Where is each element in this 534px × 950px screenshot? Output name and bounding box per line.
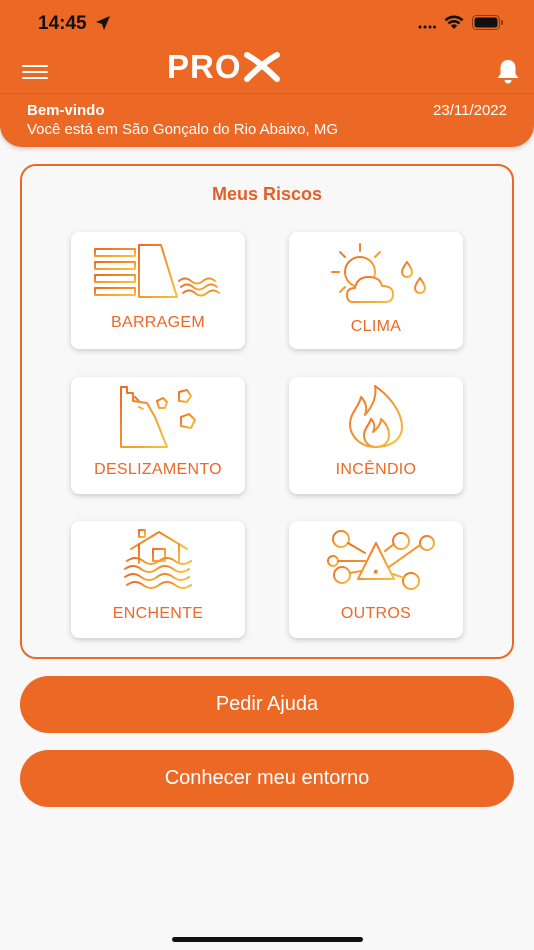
status-icons [418,15,504,30]
surroundings-button[interactable]: Conhecer meu entorno [20,750,514,807]
risk-card-others[interactable]: OUTROS [289,521,463,638]
risks-title: Meus Riscos [211,184,323,204]
current-date: 23/11/2022 [433,102,507,119]
bell-icon[interactable] [495,58,521,84]
risk-label: ENCHENTE [112,605,204,622]
weather-icon [331,243,426,303]
home-indicator [172,937,363,942]
risk-card-weather[interactable]: CLIMA [289,232,463,349]
help-button[interactable]: Pedir Ajuda [20,676,514,733]
risk-label: CLIMA [350,318,402,335]
network-warning-icon [327,530,435,590]
risk-card-dam[interactable]: BARRAGEM [71,232,245,349]
app-header: 14:45 PRO Bem-vindo 23/11/2022 Você está… [0,0,534,147]
risk-card-flood[interactable]: ENCHENTE [71,521,245,638]
risk-label: OUTROS [340,605,412,622]
status-time: 14:45 [38,13,111,35]
wifi-icon [444,15,464,29]
battery-icon [472,15,503,30]
menu-icon[interactable] [22,65,48,79]
signal-icon [418,25,436,28]
location-text: Você está em São Gonçalo do Rio Abaixo, … [27,121,339,138]
logo-x-mark [243,52,280,82]
risk-label: DESLIZAMENTO [94,461,222,478]
risk-label: BARRAGEM [111,314,205,331]
risk-card-fire[interactable]: INCÊNDIO [289,377,463,494]
location-arrow-icon [95,16,110,30]
dam-icon [94,244,220,298]
app-logo: PRO [167,48,280,85]
risk-label: INCÊNDIO [335,461,417,478]
header-divider [0,93,534,94]
fire-icon [349,385,403,448]
landslide-icon [120,386,196,448]
my-risks-panel: Meus Riscos BARRAGEM CLIMA DESLIZAMENTO … [20,164,514,659]
welcome-text: Bem-vindo [27,102,105,119]
flood-icon [124,529,192,589]
risk-card-landslide[interactable]: DESLIZAMENTO [71,377,245,494]
